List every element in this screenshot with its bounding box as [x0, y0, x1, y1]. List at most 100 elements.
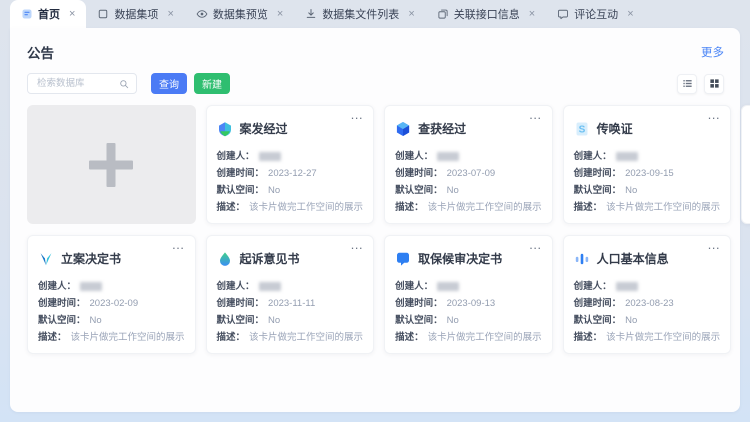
- close-icon[interactable]: ×: [529, 8, 535, 20]
- created-time-label: 创建时间：: [217, 297, 265, 310]
- created-time-value: 2023-07-09: [447, 167, 496, 180]
- close-icon[interactable]: ×: [167, 8, 173, 20]
- tab-label: 评论互动: [574, 6, 618, 22]
- card-title: 人口基本信息: [597, 250, 669, 267]
- announcement-panel: 公告 更多 查询 新建 … 案发经过 创建人： 创建时: [10, 28, 740, 412]
- create-button[interactable]: 新建: [194, 73, 230, 94]
- search-input[interactable]: [35, 77, 119, 90]
- card-more-menu-icon[interactable]: …: [707, 107, 721, 122]
- card-title: 传唤证: [597, 120, 633, 137]
- card-2[interactable]: … S 传唤证 创建人： 创建时间： 2023-09-15 默认空间： No 描…: [563, 105, 732, 224]
- description-label: 描述：: [395, 201, 424, 214]
- description-value: 该卡片做完工作空间的展示: [606, 201, 720, 214]
- created-time-value: 2023-11-11: [268, 297, 315, 310]
- description-label: 描述：: [574, 331, 603, 344]
- search-box[interactable]: [27, 73, 137, 94]
- creator-value-masked: [616, 282, 638, 291]
- default-space-label: 默认空间：: [574, 184, 622, 197]
- toolbar: 查询 新建: [27, 73, 724, 94]
- description-value: 该卡片做完工作空间的展示: [428, 201, 542, 214]
- card-title: 起诉意见书: [240, 250, 300, 267]
- tab-label: 数据集预览: [213, 6, 268, 22]
- gem-icon: [395, 121, 411, 137]
- description-label: 描述：: [217, 201, 246, 214]
- creator-label: 创建人：: [574, 280, 612, 293]
- created-time-value: 2023-08-23: [625, 297, 674, 310]
- default-space-label: 默认空间：: [395, 314, 443, 327]
- description-label: 描述：: [574, 201, 603, 214]
- list-view-button[interactable]: [677, 74, 697, 94]
- eye-icon: [196, 8, 208, 20]
- created-time-label: 创建时间：: [574, 297, 622, 310]
- created-time-value: 2023-09-15: [625, 167, 674, 180]
- default-space-value: No: [268, 314, 280, 327]
- description-label: 描述：: [395, 331, 424, 344]
- description-label: 描述：: [217, 331, 246, 344]
- close-icon[interactable]: ×: [277, 8, 283, 20]
- creator-label: 创建人：: [574, 150, 612, 163]
- card-title: 取保候审决定书: [418, 250, 502, 267]
- tab-label: 首页: [38, 6, 60, 22]
- default-space-value: No: [625, 314, 637, 327]
- grid-view-icon: [709, 78, 720, 89]
- card-1[interactable]: … 查获经过 创建人： 创建时间： 2023-07-09 默认空间： No 描述…: [384, 105, 553, 224]
- close-icon[interactable]: ×: [69, 8, 75, 20]
- default-space-label: 默认空间：: [217, 314, 265, 327]
- svg-text:S: S: [578, 124, 585, 135]
- created-time-label: 创建时间：: [217, 167, 265, 180]
- query-button[interactable]: 查询: [151, 73, 187, 94]
- created-time-label: 创建时间：: [395, 167, 443, 180]
- summon-doc-icon: S: [574, 121, 590, 137]
- close-icon[interactable]: ×: [627, 8, 633, 20]
- tab-4[interactable]: 关联接口信息 ×: [426, 0, 546, 28]
- card-3[interactable]: … 检验报告 创建人： 创建时间： 2023-07-06 默认空间： No 描述…: [741, 105, 750, 224]
- card-more-menu-icon[interactable]: …: [529, 237, 543, 252]
- creator-label: 创建人：: [217, 150, 255, 163]
- tab-2[interactable]: 数据集预览 ×: [185, 0, 294, 28]
- more-link[interactable]: 更多: [701, 44, 724, 60]
- default-space-label: 默认空间：: [395, 184, 443, 197]
- creator-value-masked: [437, 282, 459, 291]
- panel-header: 公告 更多: [27, 42, 724, 62]
- tab-3[interactable]: 数据集文件列表 ×: [294, 0, 425, 28]
- card-title: 查获经过: [418, 120, 466, 137]
- card-0[interactable]: … 案发经过 创建人： 创建时间： 2023-12-27 默认空间： No 描述…: [206, 105, 375, 224]
- grid-view-button[interactable]: [704, 74, 724, 94]
- list-view-icon: [682, 78, 693, 89]
- card-title: 立案决定书: [61, 250, 121, 267]
- card-6[interactable]: … 取保候审决定书 创建人： 创建时间： 2023-09-13 默认空间： No…: [384, 235, 553, 354]
- card-5[interactable]: … 起诉意见书 创建人： 创建时间： 2023-11-11 默认空间： No 描…: [206, 235, 375, 354]
- card-7[interactable]: … 人口基本信息 创建人： 创建时间： 2023-08-23 默认空间： No …: [563, 235, 732, 354]
- tab-label: 关联接口信息: [454, 6, 520, 22]
- creator-value-masked: [616, 152, 638, 161]
- population-icon: [574, 251, 590, 267]
- case-shield-icon: [217, 121, 233, 137]
- card-more-menu-icon[interactable]: …: [350, 107, 364, 122]
- tab-1[interactable]: 数据集项×: [86, 0, 184, 28]
- default-space-value: No: [447, 184, 459, 197]
- card-more-menu-icon[interactable]: …: [707, 237, 721, 252]
- page-title: 公告: [27, 42, 54, 62]
- card-more-menu-icon[interactable]: …: [350, 237, 364, 252]
- description-label: 描述：: [38, 331, 67, 344]
- tab-label: 数据集文件列表: [322, 6, 399, 22]
- created-time-label: 创建时间：: [38, 297, 86, 310]
- creator-label: 创建人：: [38, 280, 76, 293]
- add-card-button[interactable]: [27, 105, 196, 224]
- link-copy-icon: [437, 8, 449, 20]
- creator-value-masked: [80, 282, 102, 291]
- card-more-menu-icon[interactable]: …: [172, 237, 186, 252]
- default-space-label: 默认空间：: [217, 184, 265, 197]
- tab-0[interactable]: 首页 ×: [10, 0, 86, 28]
- card-more-menu-icon[interactable]: …: [529, 107, 543, 122]
- creator-label: 创建人：: [217, 280, 255, 293]
- description-value: 该卡片做完工作空间的展示: [71, 331, 185, 344]
- home-doc-icon: [21, 8, 33, 20]
- card-4[interactable]: … 立案决定书 创建人： 创建时间： 2023-02-09 默认空间： No 描…: [27, 235, 196, 354]
- default-space-value: No: [625, 184, 637, 197]
- tab-5[interactable]: 评论互动 ×: [546, 0, 644, 28]
- creator-value-masked: [437, 152, 459, 161]
- close-icon[interactable]: ×: [408, 8, 414, 20]
- bail-icon: [395, 251, 411, 267]
- default-space-label: 默认空间：: [574, 314, 622, 327]
